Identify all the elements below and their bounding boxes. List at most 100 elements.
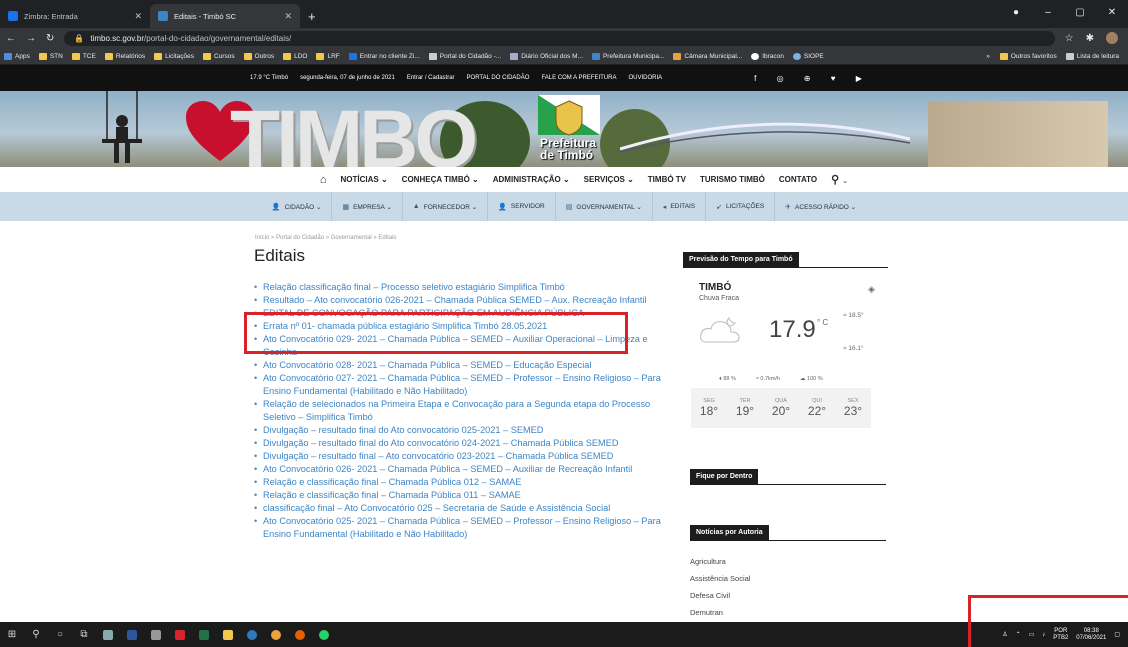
noticias-item[interactable]: Demutran [690,604,886,621]
noticias-item[interactable]: Assistência Social [690,570,886,587]
bookmark-apps[interactable]: Apps [4,52,30,60]
forecast-temp: 22° [807,404,827,418]
nav-conheca-timbo[interactable]: CONHEÇA TIMBÓ ⌄ [402,175,479,184]
subnav-editais[interactable]: ◂ EDITAIS [653,192,707,221]
maximize-icon[interactable]: ▢ [1064,7,1096,18]
bookmark-stn[interactable]: STN [38,52,63,60]
edital-link[interactable]: Ato Convocatório 025- 2021 – Chamada Púb… [253,515,673,541]
close-window-icon[interactable]: ✕ [1096,7,1128,18]
bookmark-siope[interactable]: SIOPE [792,52,824,60]
search-icon[interactable]: ⚲ ⌄ [831,173,848,186]
subnav-acesso-rapido[interactable]: ✈ ACESSO RÁPIDO ⌄ [775,192,866,221]
bookmark-lista-leitura[interactable]: Lista de leitura [1065,53,1119,60]
social-icons[interactable]: f ◎ ⊕ ♥ ▶ [754,74,871,83]
bookmark-ibracon[interactable]: Ibracon [751,52,784,60]
bookmark-zimbra[interactable]: Entrar no cliente Zi... [348,52,420,60]
edital-link[interactable]: Resultado – Ato convocatório 026-2021 – … [253,294,673,307]
edital-link[interactable]: Relação e classificação final – Chamada … [253,489,673,502]
bookmark-camara[interactable]: Câmara Municipal... [673,52,743,60]
weather-header: Previsão do Tempo para Timbó [683,252,799,267]
excel-icon[interactable] [192,622,216,647]
tab-editais[interactable]: Editais - Timbó SC ✕ [150,4,300,28]
edital-link[interactable]: Divulgação – resultado final do Ato conv… [253,437,673,450]
gavel-icon: ➹ [716,203,722,211]
nav-noticias[interactable]: NOTÍCIAS ⌄ [341,175,388,184]
record-icon[interactable]: ● [1000,7,1032,18]
subnav-servidor[interactable]: 👤 SERVIDOR [488,192,556,221]
bookmark-outros-favoritos[interactable]: Outros favoritos [999,53,1057,60]
bookmark-licitacoes[interactable]: Licitações [154,52,194,60]
bookmark-tce[interactable]: TCE [71,52,96,60]
subnav-licitacoes[interactable]: ➹ LICITAÇÕES [706,192,776,221]
app-icon[interactable] [96,622,120,647]
bookmark-outros[interactable]: Outros [243,52,274,60]
weather-stats: ♦ 88 % ≈ 0.7km/h ☁ 100 % [719,376,888,382]
minimize-icon[interactable]: – [1032,7,1064,18]
fique-header-line: Fique por Dentro [690,465,886,485]
acrobat-icon[interactable] [168,622,192,647]
nav-servicos[interactable]: SERVIÇOS ⌄ [584,175,634,184]
bookmark-cursos[interactable]: Cursos [203,52,235,60]
edital-link[interactable]: Ato Convocatório 027- 2021 – Chamada Púb… [253,372,673,398]
noticias-item[interactable]: Defesa Civil [690,587,886,604]
bookmark-relatorios[interactable]: Relatórios [104,52,145,60]
nav-turismo[interactable]: TURISMO TIMBÓ [700,175,765,184]
firefox-icon[interactable] [288,622,312,647]
chrome-icon[interactable] [264,622,288,647]
subnav-cidadao[interactable]: 👤 CIDADÃO ⌄ [262,192,333,221]
word-icon[interactable] [120,622,144,647]
edital-link[interactable]: Divulgação – resultado final – Ato convo… [253,450,673,463]
browser-tab-strip: Zimbra: Entrada ✕ Editais - Timbó SC ✕ +… [0,0,1128,28]
wind: ≈ 0.7km/h [755,376,780,382]
edital-link[interactable]: Relação e classificação final – Chamada … [253,476,673,489]
edital-link[interactable]: Ato Convocatório 028- 2021 – Chamada Púb… [253,359,673,372]
edital-link[interactable]: Relação de selecionados na Primeira Etap… [253,398,673,424]
site-top-bar: 17.9 °C Timbó segunda-feira, 07 de junho… [0,65,1128,91]
whatsapp-icon[interactable] [312,622,336,647]
windows-start-icon[interactable]: ⊞ [0,622,24,647]
forward-icon[interactable]: → [26,33,36,44]
noticias-item[interactable]: Agricultura [690,553,886,570]
nav-contato[interactable]: CONTATO [779,175,817,184]
close-icon[interactable]: ✕ [284,11,292,22]
folder-icon [71,52,80,60]
bookmark-lrf[interactable]: LRF [316,52,340,60]
bookmark-diario[interactable]: Diário Oficial dos M... [510,52,583,60]
location-icon[interactable]: ◈ [868,284,875,295]
nav-timbo-tv[interactable]: TIMBÓ TV [648,175,686,184]
bookmark-ldo[interactable]: LDO [283,52,307,60]
login-link[interactable]: Entrar / Cadastrar [407,75,455,81]
edital-link[interactable]: Divulgação – resultado final do Ato conv… [253,424,673,437]
bookmark-label: Lista de leitura [1076,53,1119,60]
file-explorer-icon[interactable] [216,622,240,647]
back-icon[interactable]: ← [6,33,16,44]
profile-avatar[interactable] [1106,32,1118,44]
task-view-icon[interactable]: ⧉ [72,622,96,647]
nav-administracao[interactable]: ADMINISTRAÇÃO ⌄ [493,175,570,184]
portal-cidadao-link[interactable]: PORTAL DO CIDADÃO [467,75,530,81]
cortana-icon[interactable]: ○ [48,622,72,647]
url-input[interactable]: 🔒 timbo.sc.gov.br /portal-do-cidadao/gov… [64,30,1055,46]
bookmark-portal[interactable]: Portal do Cidadão -... [428,52,501,60]
bookmark-prefeitura[interactable]: Prefeitura Municipa... [591,52,664,60]
subnav-governamental[interactable]: ▤ GOVERNAMENTAL ⌄ [556,192,653,221]
reload-icon[interactable]: ↻ [46,33,54,44]
search-icon[interactable]: ⚲ [24,622,48,647]
close-icon[interactable]: ✕ [134,11,142,22]
subnav-empresa[interactable]: ▦ EMPRESA ⌄ [332,192,403,221]
fale-prefeitura-link[interactable]: FALE COM A PREFEITURA [541,75,616,81]
bookmark-label: Câmara Municipal... [684,52,743,60]
ouvidoria-link[interactable]: OUVIDORIA [628,75,662,81]
edital-link[interactable]: Relação classificação final – Processo s… [253,281,673,294]
edital-link[interactable]: Ato Convocatório 026- 2021 – Chamada Púb… [253,463,673,476]
edital-link[interactable]: classificação final – Ato Convocatório 0… [253,502,673,515]
subnav-fornecedor[interactable]: ▲ FORNECEDOR ⌄ [403,192,489,221]
tab-zimbra[interactable]: Zimbra: Entrada ✕ [0,4,150,28]
more-bookmarks-button[interactable]: » [986,53,990,60]
star-icon[interactable]: ☆ [1065,33,1074,44]
new-tab-button[interactable]: + [300,9,324,28]
home-icon[interactable]: ⌂ [320,174,327,186]
edge-icon[interactable] [240,622,264,647]
extensions-icon[interactable]: ✱ [1086,33,1094,44]
app-icon[interactable] [144,622,168,647]
